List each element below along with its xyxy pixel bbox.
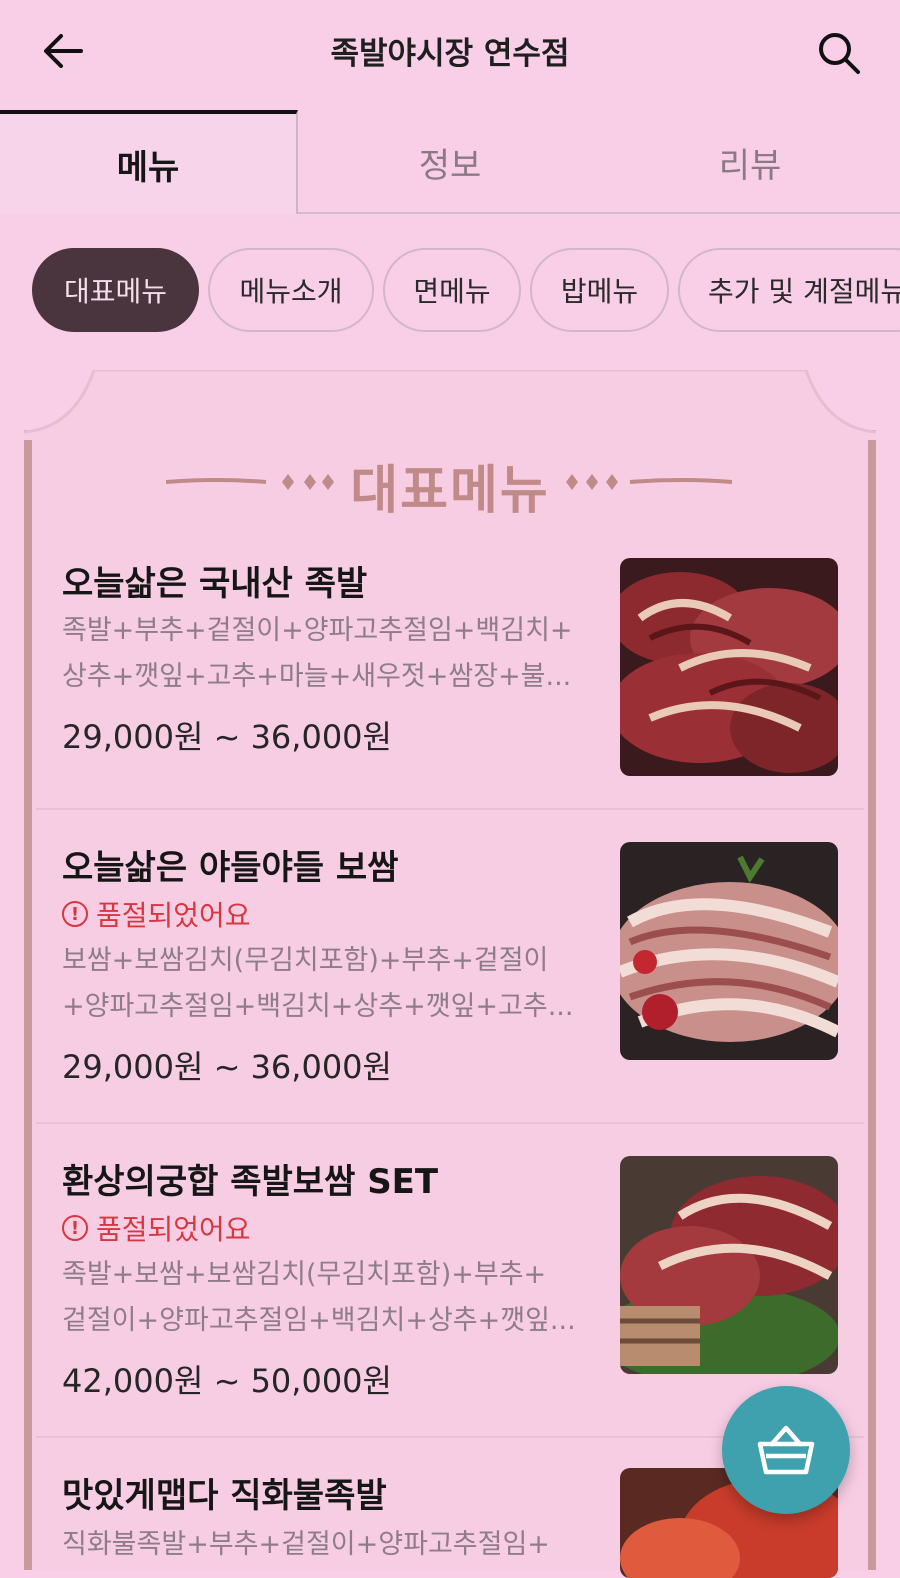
chip-menu-intro[interactable]: 메뉴소개	[208, 248, 374, 332]
description-line: 족발+부추+겉절이+양파고추절임+백김치+	[62, 615, 573, 646]
menu-item-name: 오늘삶은 야들야들 보쌈	[62, 848, 399, 888]
menu-item-price: 42,000원 ~ 50,000원	[62, 1362, 392, 1400]
category-chips: 대표메뉴 메뉴소개 면메뉴 밥메뉴 추가 및 계절메뉴	[0, 248, 900, 338]
app-header: 족발야시장 연수점	[0, 0, 900, 110]
panel-ornament-top	[24, 370, 876, 460]
menu-item-name: 오늘삶은 국내산 족발	[62, 564, 368, 604]
menu-item[interactable]: 환상의궁합 족발보쌈 SET ! 품절되었어요 족발+보쌈+보쌈김치(무김치포함…	[36, 1124, 864, 1438]
menu-item-photo	[620, 842, 838, 1060]
description-line: 상추+깻잎+고추+마늘+새우젓+쌈장+불...	[62, 661, 572, 692]
soldout-badge: ! 품절되었어요	[62, 894, 251, 934]
description-line: 보쌈+보쌈김치(무김치포함)+부추+겉절이	[62, 945, 549, 976]
right-ornament-icon	[566, 474, 733, 490]
chip-noodle-menu[interactable]: 면메뉴	[383, 248, 521, 332]
soldout-text: 품절되었어요	[96, 1213, 251, 1246]
chip-extra-seasonal-menu[interactable]: 추가 및 계절메뉴	[678, 248, 900, 332]
tab-info[interactable]: 정보	[300, 110, 600, 214]
alert-icon: !	[62, 1215, 88, 1241]
tab-bar: 메뉴 정보 리뷰	[0, 110, 900, 216]
basket-icon	[757, 1425, 815, 1475]
menu-item-price: 29,000원 ~ 36,000원	[62, 718, 392, 756]
menu-item-description: 족발+부추+겉절이+양파고추절임+백김치+ 상추+깻잎+고추+마늘+새우젓+쌈장…	[62, 608, 602, 700]
soldout-text: 품절되었어요	[96, 899, 251, 932]
menu-item-photo	[620, 1156, 838, 1374]
alert-icon: !	[62, 901, 88, 927]
soldout-badge: ! 품절되었어요	[62, 1208, 251, 1248]
description-line: 족발+보쌈+보쌈김치(무김치포함)+부추+	[62, 1259, 547, 1290]
chip-rice-menu[interactable]: 밥메뉴	[530, 248, 669, 332]
menu-item-description: 직화불족발+부추+겉절이+양파고추절임+	[62, 1522, 602, 1568]
section-title: 대표메뉴	[350, 461, 550, 521]
store-title: 족발야시장 연수점	[330, 36, 570, 72]
menu-item-name: 맛있게맵다 직화불족발	[62, 1476, 387, 1516]
menu-item-description: 보쌈+보쌈김치(무김치포함)+부추+겉절이 +양파고추절임+백김치+상추+깻잎+…	[62, 938, 602, 1030]
menu-item-name: 환상의궁합 족발보쌈 SET	[62, 1162, 439, 1202]
tab-review[interactable]: 리뷰	[600, 110, 900, 214]
menu-item-description: 족발+보쌈+보쌈김치(무김치포함)+부추+ 겉절이+양파고추절임+백김치+상추+…	[62, 1252, 602, 1344]
menu-panel: 대표메뉴 오늘삶은 국내산 족발 족발+부추+겉절이+양파고추절임+백김치+ 상…	[24, 370, 876, 1578]
tab-divider	[298, 212, 900, 214]
cart-button[interactable]	[722, 1386, 850, 1514]
search-icon	[819, 33, 860, 74]
search-button[interactable]	[810, 24, 868, 82]
description-line: +양파고추절임+백김치+상추+깻잎+고추...	[62, 991, 574, 1022]
menu-item-photo	[620, 558, 838, 776]
description-line: 직화불족발+부추+겉절이+양파고추절임+	[62, 1529, 550, 1560]
chip-signature-menu[interactable]: 대표메뉴	[32, 248, 199, 332]
tab-menu[interactable]: 메뉴	[0, 110, 298, 214]
menu-item[interactable]: 오늘삶은 국내산 족발 족발+부추+겉절이+양파고추절임+백김치+ 상추+깻잎+…	[36, 530, 864, 810]
description-line: 겉절이+양파고추절임+백김치+상추+깻잎...	[62, 1305, 576, 1336]
menu-item-price: 29,000원 ~ 36,000원	[62, 1048, 392, 1086]
menu-item[interactable]: 오늘삶은 야들야들 보쌈 ! 품절되었어요 보쌈+보쌈김치(무김치포함)+부추+…	[36, 810, 864, 1124]
section-header: 대표메뉴	[24, 448, 876, 521]
